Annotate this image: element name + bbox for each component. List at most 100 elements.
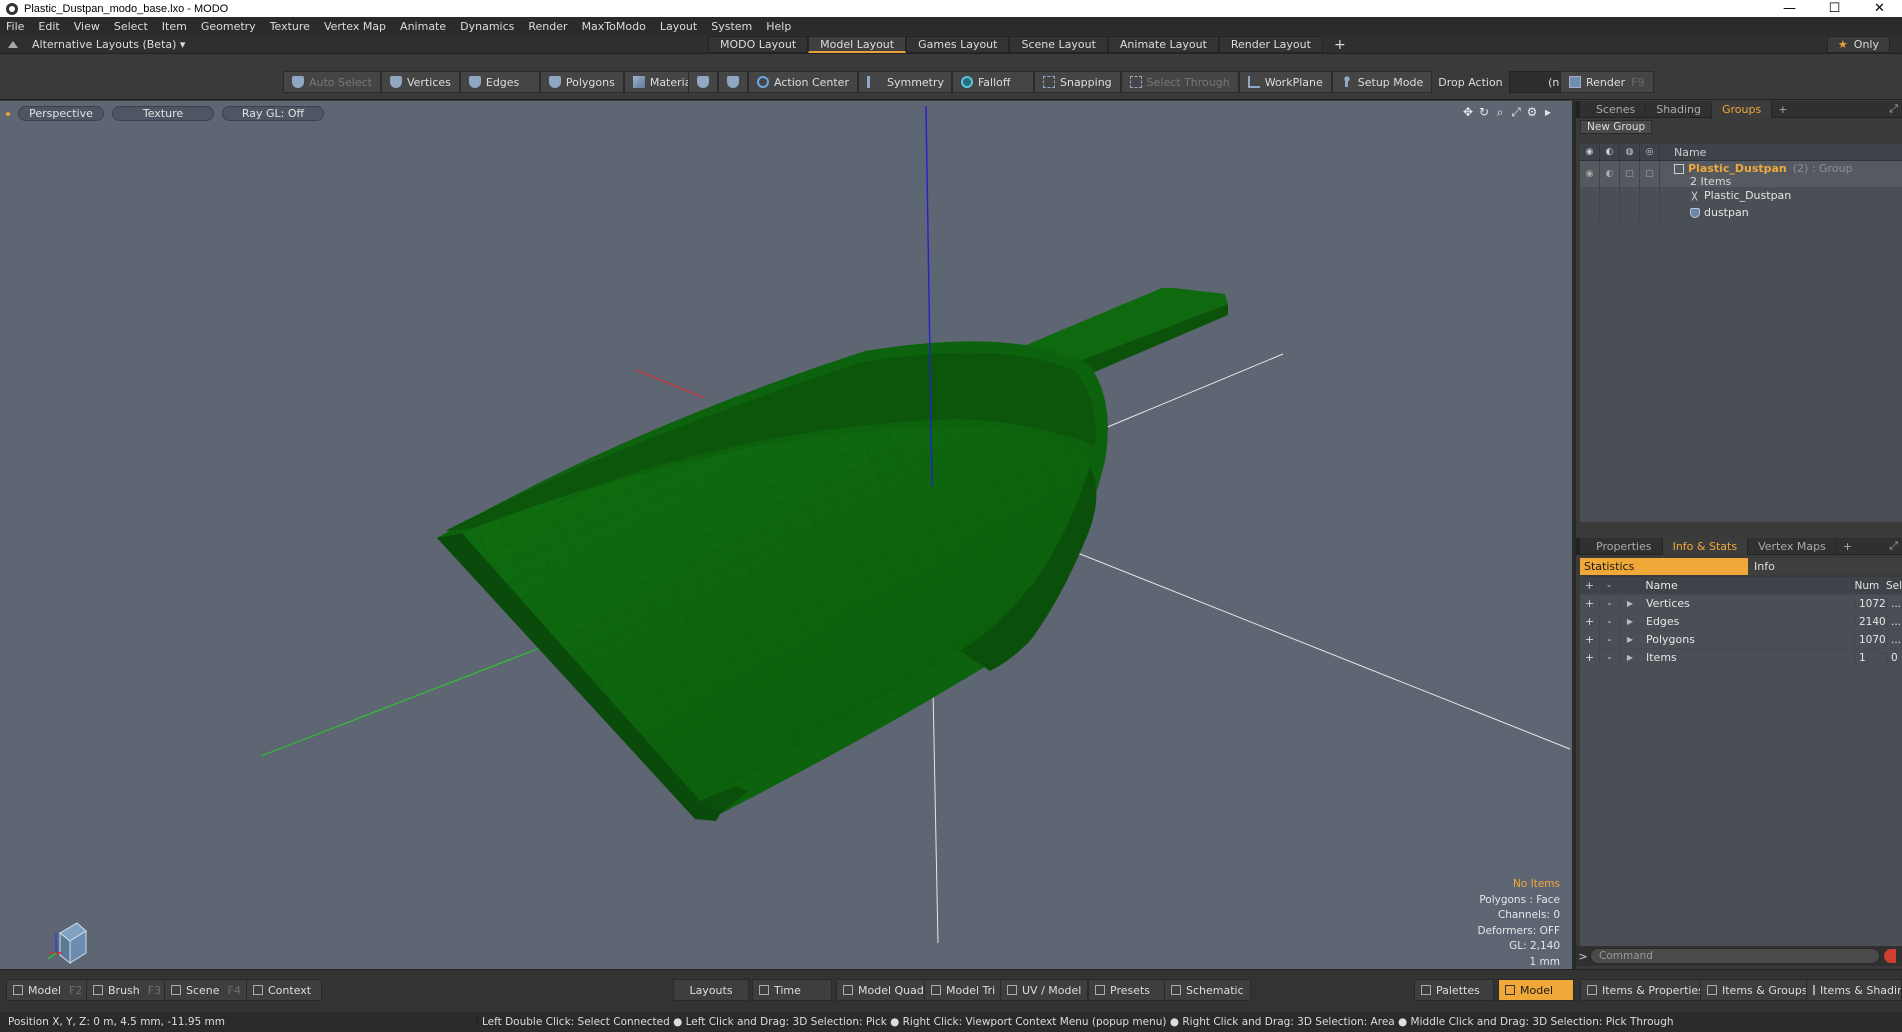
polygons-button[interactable]: Polygons (539, 71, 624, 93)
pan-icon[interactable]: ✥ (1460, 105, 1476, 119)
group-select-icon[interactable]: ▢ (1640, 161, 1660, 187)
group-row[interactable]: ◉ ◐ ▢ ▢ Plastic_Dustpan (2) : Group 2 It… (1580, 161, 1902, 188)
expand-arrow-icon[interactable]: ▶ (1620, 599, 1640, 608)
expand-arrow-icon[interactable]: ▶ (1620, 635, 1640, 644)
3d-viewport[interactable]: Perspective Texture Ray GL: Off ✥ ↻ ⌕ ⤢ … (0, 101, 1576, 969)
add-panel-tab-button[interactable]: + (1843, 540, 1852, 553)
presets-button[interactable]: Presets (1088, 979, 1168, 1001)
tab-games-layout[interactable]: Games Layout (906, 36, 1010, 53)
vertices-button[interactable]: Vertices (380, 71, 460, 93)
stat-row-polygons[interactable]: + - ▶ Polygons 1070 ... (1580, 631, 1902, 649)
action-center-mode-b-button[interactable] (718, 71, 748, 93)
menu-system[interactable]: System (711, 20, 752, 33)
expand-arrow-icon[interactable]: ▶ (1620, 617, 1640, 626)
time-button[interactable]: Time (752, 979, 832, 1001)
group-child-row[interactable]: dustpan (1580, 204, 1902, 221)
menu-layout[interactable]: Layout (660, 20, 697, 33)
items-shading-button[interactable]: Items & Shading (1806, 979, 1902, 1001)
context-button[interactable]: Context (246, 979, 322, 1001)
scene-mode-button[interactable]: Scene F4 (164, 979, 248, 1001)
add-selection-button[interactable]: + (1580, 597, 1600, 610)
menu-help[interactable]: Help (766, 20, 791, 33)
model-tab-button[interactable]: Model (1498, 979, 1574, 1001)
stat-row-edges[interactable]: + - ▶ Edges 2140 ... (1580, 613, 1902, 631)
tab-model-layout[interactable]: Model Layout (808, 36, 907, 53)
viewport-menu-dot-icon[interactable] (6, 111, 10, 116)
add-selection-button[interactable]: + (1580, 651, 1600, 664)
collapse-up-icon[interactable] (8, 41, 18, 48)
only-button[interactable]: ★ Only (1826, 36, 1890, 53)
workplane-button[interactable]: WorkPlane (1238, 71, 1332, 93)
name-column-header[interactable]: Name (1660, 146, 1706, 159)
add-selection-button[interactable]: + (1580, 615, 1600, 628)
raygl-button[interactable]: Ray GL: Off (222, 106, 324, 121)
menu-render[interactable]: Render (528, 20, 567, 33)
viewport-more-arrow-icon[interactable]: ▸ (1540, 105, 1556, 119)
group-child-row[interactable]: Plastic_Dustpan (1580, 187, 1902, 204)
setup-mode-button[interactable]: Setup Mode (1331, 71, 1433, 93)
edges-button[interactable]: Edges (459, 71, 540, 93)
layouts-button[interactable]: Layouts (673, 979, 749, 1001)
symmetry-button[interactable]: Symmetry (857, 71, 952, 93)
perspective-view-button[interactable]: Perspective (18, 106, 104, 121)
menu-geometry[interactable]: Geometry (201, 20, 256, 33)
panel-grip[interactable] (1576, 537, 1580, 555)
tab-info-stats[interactable]: Info & Stats (1662, 537, 1749, 555)
menu-view[interactable]: View (74, 20, 100, 33)
statistics-tab[interactable]: Statistics (1580, 558, 1748, 575)
add-layout-button[interactable]: + (1323, 36, 1357, 53)
remove-selection-button[interactable]: - (1600, 633, 1620, 646)
items-properties-button[interactable]: Items & Properties (1580, 979, 1711, 1001)
tab-scenes[interactable]: Scenes (1586, 100, 1647, 118)
select-through-button[interactable]: Select Through (1120, 71, 1239, 93)
tab-shading[interactable]: Shading (1646, 100, 1712, 118)
brush-mode-button[interactable]: Brush F3 (86, 979, 169, 1001)
items-groups-button[interactable]: Items & Groups (1700, 979, 1815, 1001)
remove-selection-button[interactable]: - (1600, 615, 1620, 628)
uv-model-button[interactable]: UV / Model (1000, 979, 1089, 1001)
menu-edit[interactable]: Edit (38, 20, 59, 33)
action-center-button[interactable]: Action Center (748, 71, 858, 93)
expand-arrow-icon[interactable]: ▶ (1620, 653, 1640, 662)
menu-vertex-map[interactable]: Vertex Map (324, 20, 386, 33)
viewport-settings-gear-icon[interactable]: ⚙ (1524, 105, 1540, 119)
tab-render-layout[interactable]: Render Layout (1218, 36, 1323, 53)
rotate-icon[interactable]: ↻ (1476, 105, 1492, 119)
palettes-button[interactable]: Palettes (1414, 979, 1494, 1001)
remove-selection-button[interactable]: - (1600, 651, 1620, 664)
group-render-icon[interactable]: ◐ (1600, 161, 1620, 187)
viewport-canvas[interactable] (0, 101, 1576, 969)
action-center-mode-a-button[interactable] (688, 71, 718, 93)
menu-item[interactable]: Item (162, 20, 187, 33)
tab-vertex-maps[interactable]: Vertex Maps (1748, 537, 1837, 555)
info-tab[interactable]: Info (1748, 558, 1902, 575)
command-input[interactable]: Command (1590, 948, 1880, 964)
render-button[interactable]: Render F9 (1560, 71, 1654, 93)
alternative-layouts-dropdown[interactable]: Alternative Layouts (Beta) ▾ (8, 38, 185, 51)
model-mode-button[interactable]: Model F2 (6, 979, 90, 1001)
tab-groups[interactable]: Groups (1711, 100, 1773, 118)
stat-row-vertices[interactable]: + - ▶ Vertices 1072 ... (1580, 595, 1902, 613)
tab-properties[interactable]: Properties (1586, 537, 1663, 555)
add-panel-tab-button[interactable]: + (1778, 103, 1787, 116)
panel-grip[interactable] (1576, 100, 1580, 118)
command-history-button[interactable] (1884, 949, 1896, 963)
menu-animate[interactable]: Animate (400, 20, 446, 33)
model-quad-button[interactable]: Model Quad (836, 979, 931, 1001)
new-group-button[interactable]: New Group (1580, 119, 1653, 134)
schematic-button[interactable]: Schematic (1164, 979, 1251, 1001)
stat-row-items[interactable]: + - ▶ Items 1 0 (1580, 649, 1902, 667)
add-selection-button[interactable]: + (1580, 633, 1600, 646)
select-icon[interactable]: ◎ (1640, 143, 1660, 161)
visibility-eye-icon[interactable]: ◉ (1580, 143, 1600, 161)
tab-modo-layout[interactable]: MODO Layout (708, 36, 809, 53)
falloff-button[interactable]: Falloff (951, 71, 1034, 93)
zoom-icon[interactable]: ⌕ (1492, 105, 1508, 119)
render-visibility-icon[interactable]: ◐ (1600, 143, 1620, 161)
lock-icon[interactable]: ◍ (1620, 143, 1640, 161)
menu-file[interactable]: File (6, 20, 24, 33)
tab-animate-layout[interactable]: Animate Layout (1107, 36, 1219, 53)
menu-texture[interactable]: Texture (270, 20, 310, 33)
shading-mode-button[interactable]: Texture (112, 106, 214, 121)
remove-selection-button[interactable]: - (1600, 597, 1620, 610)
